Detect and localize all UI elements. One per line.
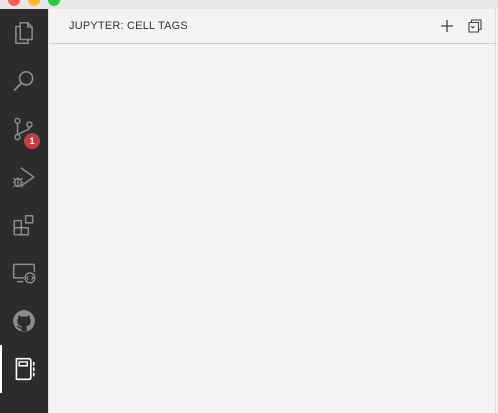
activity-source-control[interactable]: 1 xyxy=(0,105,48,153)
files-icon xyxy=(15,21,33,45)
search-icon xyxy=(13,70,34,91)
remote-explorer-icon xyxy=(12,263,36,284)
zoom-window-button[interactable] xyxy=(48,0,60,6)
notebook-icon xyxy=(15,357,35,381)
activity-search[interactable] xyxy=(0,57,48,105)
window-titlebar xyxy=(0,0,498,9)
plus-icon xyxy=(441,20,453,32)
activity-extensions[interactable] xyxy=(0,201,48,249)
collapse-all-button[interactable] xyxy=(465,16,485,36)
run-debug-icon xyxy=(12,167,35,188)
activity-run-debug[interactable] xyxy=(0,153,48,201)
activity-explorer[interactable] xyxy=(0,9,48,57)
cell-tags-panel: JUPYTER: CELL TAGS xyxy=(48,9,497,413)
cell-tags-tree xyxy=(49,44,497,413)
panel-header: JUPYTER: CELL TAGS xyxy=(49,9,497,44)
source-control-badge: 1 xyxy=(24,133,40,149)
activity-bar: 1 xyxy=(0,9,48,413)
panel-title: JUPYTER: CELL TAGS xyxy=(69,20,188,32)
activity-remote-explorer[interactable] xyxy=(0,249,48,297)
close-window-button[interactable] xyxy=(8,0,20,6)
activity-github[interactable] xyxy=(0,297,48,345)
extensions-icon xyxy=(13,215,34,236)
add-tag-button[interactable] xyxy=(437,16,457,36)
activity-jupyter[interactable] xyxy=(0,345,48,393)
minimize-window-button[interactable] xyxy=(28,0,40,6)
github-icon xyxy=(13,310,35,332)
collapse-all-icon xyxy=(468,19,482,33)
